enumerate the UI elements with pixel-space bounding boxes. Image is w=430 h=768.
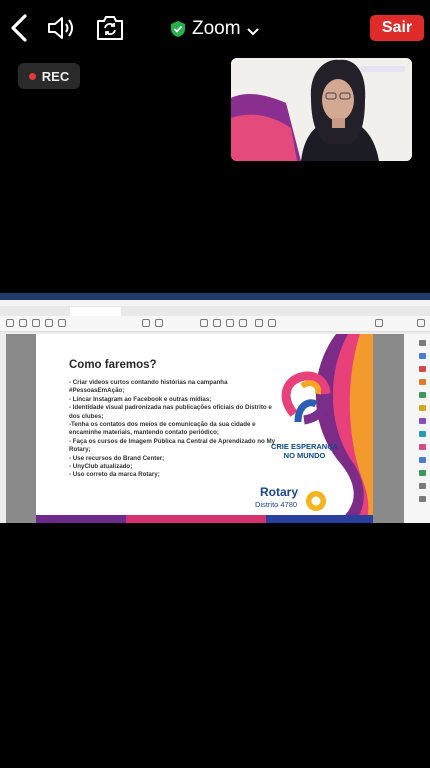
reader-side-panel [404,334,430,523]
panel-tool-icon[interactable] [419,379,426,385]
print-icon[interactable] [45,319,53,327]
reader-title-bar [0,293,430,300]
zoom-out-icon[interactable] [142,319,150,327]
reader-toolbar [0,316,430,332]
bookmark-icon[interactable] [19,319,27,327]
help-icon[interactable] [375,319,383,327]
bullet-item: - Uso correto da marca Rotary; [69,471,160,479]
panel-tool-icon[interactable] [419,483,426,489]
draw-icon[interactable] [226,319,234,327]
meeting-name: Zoom [192,18,241,39]
slogan-line-2: NO MUNDO [283,451,326,460]
bullet-item: - UnyClub atualizado; [69,463,133,471]
recording-badge[interactable]: REC [18,63,80,89]
panel-tool-icon[interactable] [419,392,426,398]
panel-tool-icon[interactable] [419,431,426,437]
switch-camera-icon[interactable] [95,14,125,42]
attach-icon[interactable] [239,319,247,327]
campaign-slogan: CRIE ESPERANÇA NO MUNDO [267,442,342,460]
panel-tool-icon[interactable] [419,470,426,476]
rotary-brand: Rotary [260,485,299,499]
bullet-item: - Lincar Instagram ao Facebook e outras … [69,395,212,403]
zoom-in-icon[interactable] [155,319,163,327]
reader-tab-strip [0,306,430,316]
panel-tool-icon[interactable] [419,353,426,359]
shared-screen[interactable]: Como faremos? - Criar videos curtos cont… [0,293,430,523]
participant-video[interactable] [231,58,412,161]
meeting-info-dropdown[interactable]: Zoom [170,15,259,43]
document-canvas[interactable]: Como faremos? - Criar videos curtos cont… [6,334,404,523]
document-tab[interactable] [70,307,121,316]
slide-bullets: - Criar videos curtos contando histórias… [69,379,279,480]
chevron-down-icon [246,24,259,36]
panel-tool-icon[interactable] [419,444,426,450]
leave-button[interactable]: Sair [370,15,424,41]
bullet-item: - Use recursos do Brand Center; [69,454,165,462]
secure-shield-icon [170,20,186,38]
delete-icon[interactable] [255,319,263,327]
upload-icon[interactable] [32,319,40,327]
bullet-item: - Criar videos curtos contando histórias… [69,379,228,395]
top-bar: Zoom Sair [0,0,430,56]
tool-icon[interactable] [6,319,14,327]
panel-tool-icon[interactable] [419,496,426,502]
presentation-slide: Como faremos? - Criar videos curtos cont… [36,334,373,523]
recording-label: REC [41,68,70,84]
bullet-item: - Identidade visual padronizada nas publ… [69,404,272,420]
panel-tool-icon[interactable] [419,340,426,346]
panel-tool-icon[interactable] [419,418,426,424]
panel-tool-icon[interactable] [419,405,426,411]
undo-icon[interactable] [268,319,276,327]
comment-icon[interactable] [200,319,208,327]
panel-tool-icon[interactable] [419,366,426,372]
record-dot-icon [28,72,36,80]
speaker-icon[interactable] [46,14,76,42]
bullet-item: - Faça os cursos de Imagem Pública na Ce… [69,437,276,454]
slide-heading: Como faremos? [69,359,157,371]
highlight-icon[interactable] [213,319,221,327]
slogan-line-1: CRIE ESPERANÇA [270,442,339,451]
district-label: Distrito 4780 [255,500,298,509]
panel-tool-icon[interactable] [419,457,426,463]
back-chevron-icon[interactable] [6,12,34,44]
bullet-item: -Tenha os contatos dos meios de comunica… [69,421,256,437]
account-icon[interactable] [417,319,425,327]
search-icon[interactable] [58,319,66,327]
